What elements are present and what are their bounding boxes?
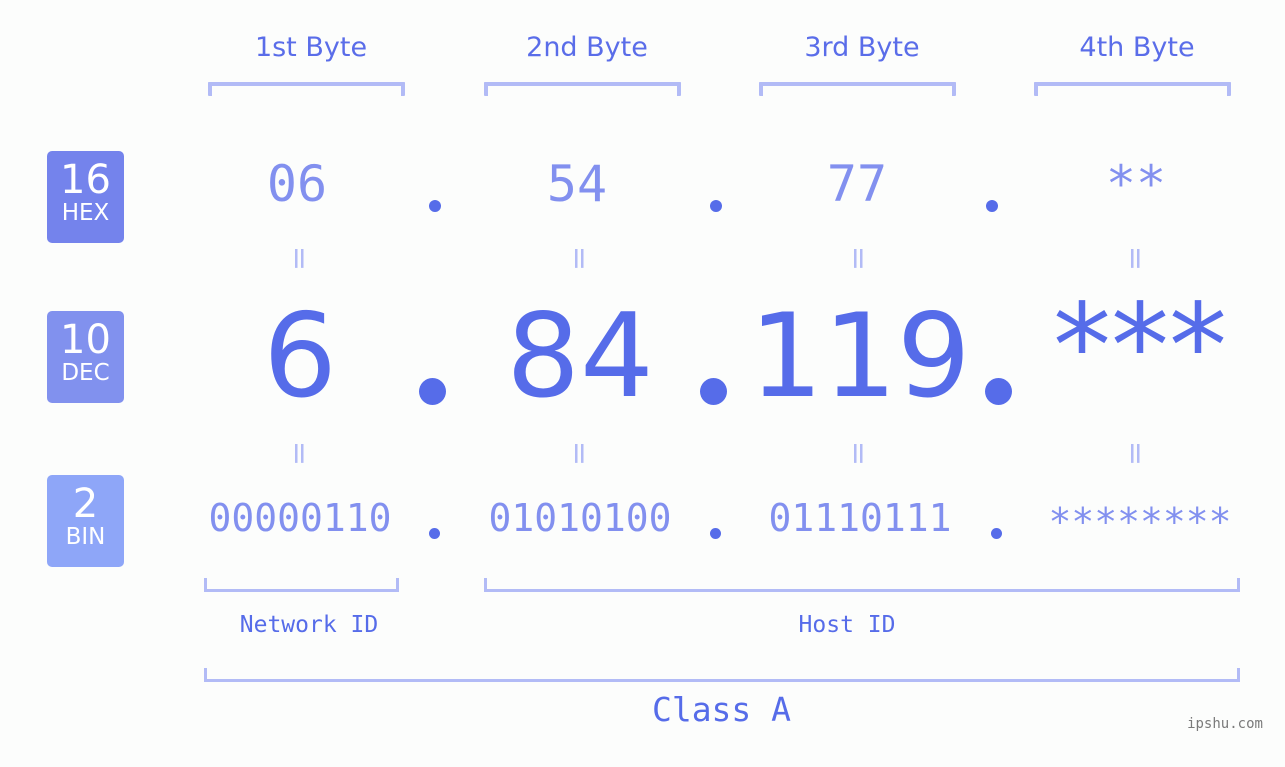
class-label: Class A — [651, 690, 792, 729]
hex-separator-dot — [710, 200, 722, 212]
equals-icon: = — [841, 440, 877, 465]
hex-value-1: 06 — [266, 155, 328, 213]
bin-badge-label: BIN — [65, 524, 106, 550]
equals-icon: = — [1118, 440, 1154, 465]
hex-value-4: ** — [1105, 155, 1167, 213]
bin-value-3: 01110111 — [768, 496, 952, 540]
equals-icon: = — [562, 245, 598, 270]
hex-separator-dot — [986, 200, 998, 212]
byte-bracket-1 — [208, 82, 405, 96]
bin-separator-dot — [991, 528, 1002, 539]
byte-header-3: 3rd Byte — [804, 32, 920, 63]
dec-separator-dot — [700, 378, 727, 405]
bin-separator-dot — [710, 528, 721, 539]
host-id-label: Host ID — [798, 612, 896, 638]
watermark: ipshu.com — [1187, 716, 1263, 732]
byte-header-4: 4th Byte — [1079, 32, 1195, 63]
bin-badge: 2 BIN — [47, 475, 124, 567]
hex-badge-number: 16 — [60, 157, 111, 203]
equals-icon: = — [841, 245, 877, 270]
network-id-bracket — [204, 578, 399, 592]
dec-separator-dot — [419, 378, 446, 405]
byte-bracket-3 — [759, 82, 956, 96]
equals-icon: = — [562, 440, 598, 465]
dec-value-3: 119 — [749, 289, 971, 424]
dec-badge: 10 DEC — [47, 311, 124, 403]
equals-icon: = — [282, 245, 318, 270]
byte-header-2: 2nd Byte — [526, 32, 648, 63]
byte-bracket-4 — [1034, 82, 1231, 96]
bin-badge-number: 2 — [72, 481, 99, 527]
equals-icon: = — [282, 440, 318, 465]
dec-value-2: 84 — [506, 289, 654, 424]
equals-icon: = — [1118, 245, 1154, 270]
host-id-bracket — [484, 578, 1240, 592]
dec-badge-label: DEC — [61, 360, 110, 386]
dec-value-1: 6 — [263, 289, 337, 424]
network-id-label: Network ID — [239, 612, 379, 638]
bin-value-4: ******** — [1048, 500, 1232, 544]
hex-separator-dot — [429, 200, 441, 212]
bin-value-2: 01010100 — [488, 496, 672, 540]
dec-separator-dot — [985, 378, 1012, 405]
dec-value-4: *** — [1053, 279, 1227, 414]
bin-separator-dot — [429, 528, 440, 539]
hex-value-3: 77 — [826, 155, 888, 213]
hex-badge-label: HEX — [61, 200, 110, 226]
byte-header-1: 1st Byte — [254, 32, 368, 63]
byte-bracket-2 — [484, 82, 681, 96]
hex-badge: 16 HEX — [47, 151, 124, 243]
bin-value-1: 00000110 — [208, 496, 392, 540]
hex-value-2: 54 — [546, 155, 608, 213]
class-bracket — [204, 668, 1240, 682]
dec-badge-number: 10 — [60, 317, 111, 363]
